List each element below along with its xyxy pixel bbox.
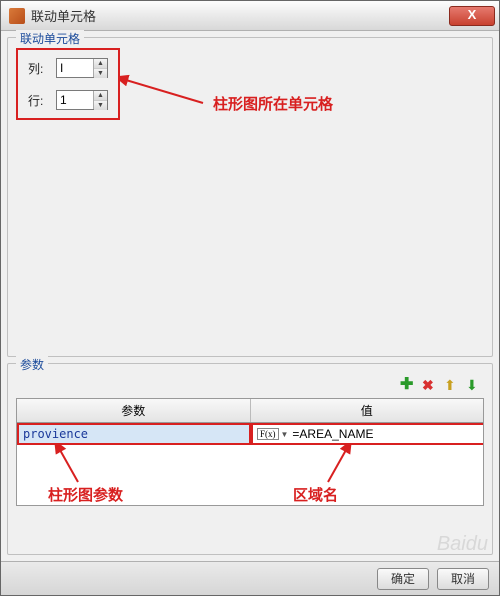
column-row: 列: ▲ ▼ (28, 58, 108, 78)
param-value-text: =AREA_NAME (292, 427, 373, 441)
column-up-icon[interactable]: ▲ (94, 59, 107, 69)
column-label: 列: (28, 60, 50, 77)
param-annotation: 柱形图参数 (48, 484, 123, 505)
linked-cells-group: 联动单元格 列: ▲ ▼ 行: (7, 37, 493, 357)
move-down-icon[interactable]: ⬇ (466, 378, 482, 394)
add-icon[interactable]: ✚ (400, 378, 416, 394)
linked-cells-title: 联动单元格 (16, 30, 84, 47)
delete-icon[interactable]: ✖ (422, 378, 438, 394)
dialog-window: 联动单元格 X 联动单元格 列: ▲ ▼ 行: (0, 0, 500, 596)
row-up-icon[interactable]: ▲ (94, 91, 107, 101)
params-header: 参数 值 (17, 399, 483, 423)
fx-icon[interactable]: F(x) (257, 428, 279, 440)
cell-inputs-box: 列: ▲ ▼ 行: ▲ ▼ (16, 48, 120, 120)
param-name-text: provience (23, 427, 88, 441)
dialog-body: 联动单元格 列: ▲ ▼ 行: (1, 31, 499, 561)
close-button[interactable]: X (449, 6, 495, 26)
window-title: 联动单元格 (31, 6, 449, 25)
row-down-icon[interactable]: ▼ (94, 101, 107, 110)
column-down-icon[interactable]: ▼ (94, 69, 107, 78)
row-input[interactable] (57, 91, 93, 109)
param-name-cell[interactable]: provience (17, 423, 251, 445)
fx-dropdown-icon[interactable]: ▼ (281, 430, 289, 439)
arrow-annotation-icon (118, 68, 208, 108)
header-param: 参数 (17, 399, 251, 422)
titlebar[interactable]: 联动单元格 X (1, 1, 499, 31)
ok-button[interactable]: 确定 (377, 568, 429, 590)
params-group: 参数 ✚ ✖ ⬆ ⬇ 参数 值 provience F(x) (7, 363, 493, 555)
column-input[interactable] (57, 59, 93, 77)
header-value: 值 (251, 399, 484, 422)
params-toolbar: ✚ ✖ ⬆ ⬇ (16, 374, 484, 398)
app-icon (9, 8, 25, 24)
move-up-icon[interactable]: ⬆ (444, 378, 460, 394)
dialog-footer: 确定 取消 (1, 561, 499, 595)
param-value-cell[interactable]: F(x) ▼ =AREA_NAME (251, 423, 483, 445)
row-spinner[interactable]: ▲ ▼ (56, 90, 108, 110)
cancel-button[interactable]: 取消 (437, 568, 489, 590)
cell-location-annotation: 柱形图所在单元格 (213, 93, 333, 114)
region-annotation: 区域名 (293, 484, 338, 505)
params-title: 参数 (16, 356, 48, 373)
column-spinner[interactable]: ▲ ▼ (56, 58, 108, 78)
row-row: 行: ▲ ▼ (28, 90, 108, 110)
table-row[interactable]: provience F(x) ▼ =AREA_NAME (17, 423, 483, 445)
row-label: 行: (28, 92, 50, 109)
